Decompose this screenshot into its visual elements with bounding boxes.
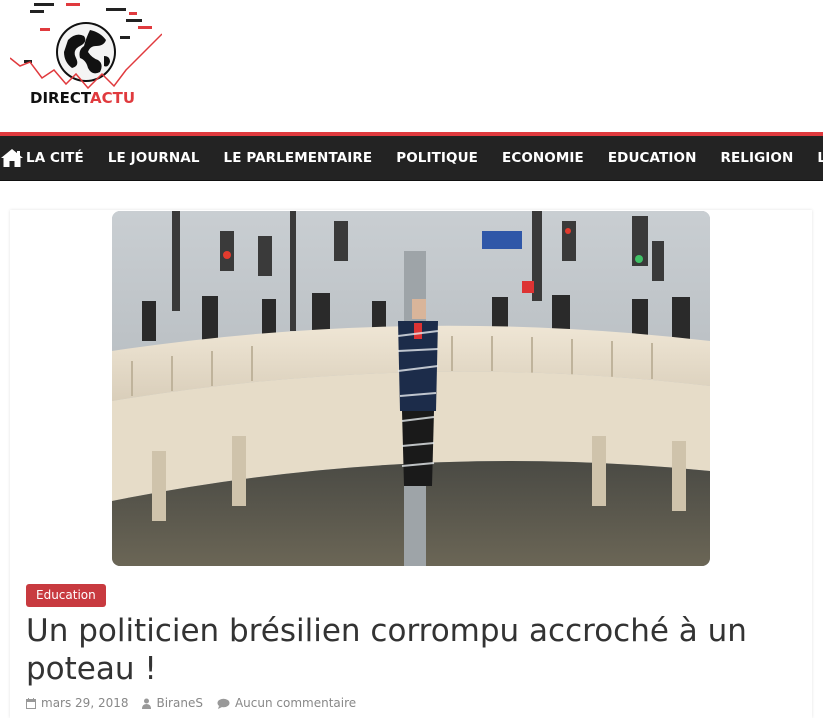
site-logo[interactable]: DIRECT ACTU bbox=[10, 0, 162, 112]
nav-item-le-journal[interactable]: LE JOURNAL bbox=[96, 136, 212, 180]
home-icon bbox=[1, 149, 23, 167]
nav-item-politique[interactable]: POLITIQUE bbox=[384, 136, 490, 180]
nav-item-truncated[interactable]: LE P bbox=[805, 136, 823, 180]
category-badge[interactable]: Education bbox=[26, 584, 106, 607]
nav-item-economie[interactable]: ECONOMIE bbox=[490, 136, 596, 180]
meta-author-text: BiraneS bbox=[156, 696, 203, 710]
user-icon bbox=[142, 698, 152, 709]
nav-item-le-parlementaire[interactable]: LE PARLEMENTAIRE bbox=[212, 136, 385, 180]
meta-comments[interactable]: Aucun commentaire bbox=[217, 696, 356, 710]
article-meta: mars 29, 2018 BiraneS Aucun commentaire bbox=[26, 694, 370, 712]
logo-text-actu: ACTU bbox=[90, 89, 135, 107]
meta-date-text: mars 29, 2018 bbox=[41, 696, 129, 710]
comment-icon bbox=[217, 698, 230, 709]
nav-item-la-cite[interactable]: LA CITÉ bbox=[24, 136, 96, 180]
meta-author[interactable]: BiraneS bbox=[142, 696, 203, 710]
featured-image[interactable] bbox=[112, 211, 710, 566]
article-title[interactable]: Un politicien brésilien corrompu accroch… bbox=[26, 612, 786, 688]
calendar-icon bbox=[26, 697, 36, 709]
nav-item-education[interactable]: EDUCATION bbox=[596, 136, 709, 180]
nav-item-religion[interactable]: RELIGION bbox=[708, 136, 805, 180]
meta-date[interactable]: mars 29, 2018 bbox=[26, 696, 128, 710]
featured-photo bbox=[112, 211, 710, 566]
globe-logo-icon: DIRECT ACTU bbox=[10, 3, 162, 107]
nav-home[interactable] bbox=[0, 136, 24, 180]
site-header: DIRECT ACTU bbox=[0, 0, 823, 132]
meta-comments-text: Aucun commentaire bbox=[234, 696, 357, 710]
main-nav: LA CITÉ LE JOURNAL LE PARLEMENTAIRE POLI… bbox=[0, 136, 823, 181]
logo-text-direct: DIRECT bbox=[30, 89, 92, 107]
